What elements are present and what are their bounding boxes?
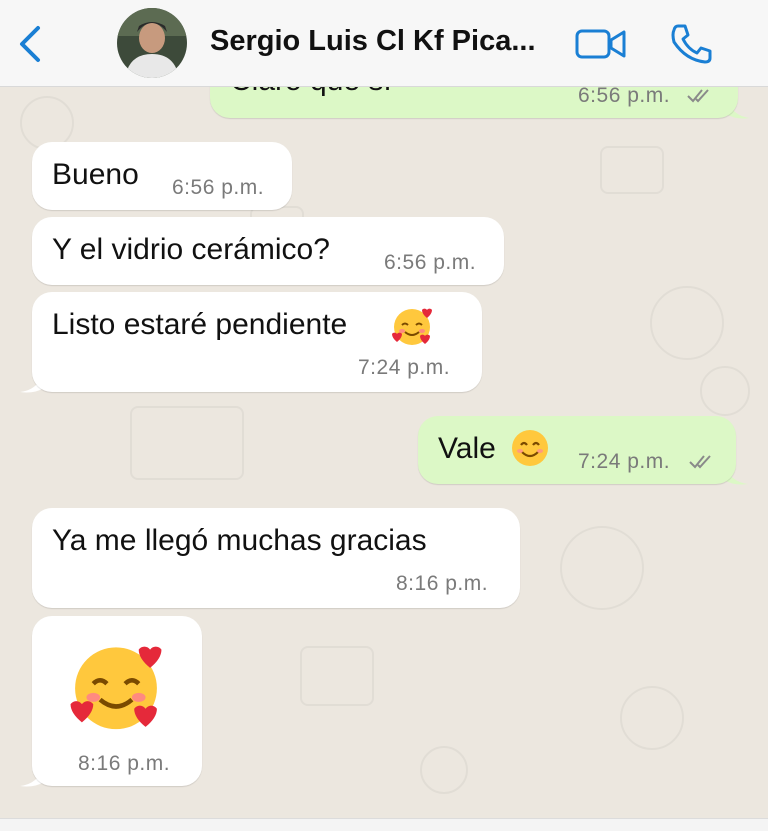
video-camera-icon <box>575 29 626 59</box>
message-text: Y el vidrio cerámico? <box>52 233 330 266</box>
input-bar-edge <box>0 818 768 831</box>
wallpaper-doodle <box>560 526 644 610</box>
contact-name[interactable]: Sergio Luis Cl Kf Pica... <box>210 25 536 58</box>
phone-icon <box>671 24 712 64</box>
chevron-left-icon <box>20 26 40 62</box>
wallpaper-doodle <box>130 406 244 480</box>
message-bubble-incoming[interactable]: Ya me llegó muchas gracias 8:16 p.m. <box>32 508 520 608</box>
wallpaper-doodle <box>700 366 750 416</box>
message-bubble-outgoing[interactable]: Vale 7:24 p.m. <box>418 416 736 484</box>
message-text: Bueno <box>52 158 139 191</box>
wallpaper-doodle <box>300 646 374 706</box>
message-bubble-incoming[interactable]: Bueno 6:56 p.m. <box>32 142 292 210</box>
message-time: 8:16 p.m. <box>396 572 489 595</box>
message-text: Listo estaré pendiente <box>52 308 348 341</box>
chat-header: Sergio Luis Cl Kf Pica... <box>0 0 768 87</box>
smiling-face-with-hearts-emoji <box>392 308 432 345</box>
message-time: 6:56 p.m. <box>172 176 265 199</box>
read-ticks-icon <box>687 89 709 103</box>
message-time: 6:56 p.m. <box>578 84 671 107</box>
message-bubble-incoming[interactable]: Y el vidrio cerámico? 6:56 p.m. <box>32 217 504 285</box>
avatar-photo <box>117 8 187 78</box>
wallpaper-doodle <box>600 146 664 194</box>
video-call-button[interactable] <box>574 26 628 62</box>
smiling-face-with-hearts-emoji <box>70 646 162 730</box>
message-time: 7:24 p.m. <box>358 356 451 379</box>
message-time: 7:24 p.m. <box>578 450 671 473</box>
smiling-face-emoji <box>512 430 548 466</box>
message-time: 6:56 p.m. <box>384 251 477 274</box>
wallpaper-doodle <box>420 746 468 794</box>
message-time: 8:16 p.m. <box>78 752 171 775</box>
message-bubble-incoming[interactable]: 8:16 p.m. <box>32 616 202 786</box>
message-text: Vale <box>438 432 496 465</box>
wallpaper-doodle <box>620 686 684 750</box>
message-text: Ya me llegó muchas gracias <box>52 524 427 557</box>
back-button[interactable] <box>14 24 48 64</box>
read-ticks-icon <box>689 455 711 469</box>
message-bubble-incoming[interactable]: Listo estaré pendiente 7:24 p.m. <box>32 292 482 392</box>
voice-call-button[interactable] <box>668 22 714 66</box>
wallpaper-doodle <box>650 286 724 360</box>
contact-avatar[interactable] <box>117 8 187 78</box>
